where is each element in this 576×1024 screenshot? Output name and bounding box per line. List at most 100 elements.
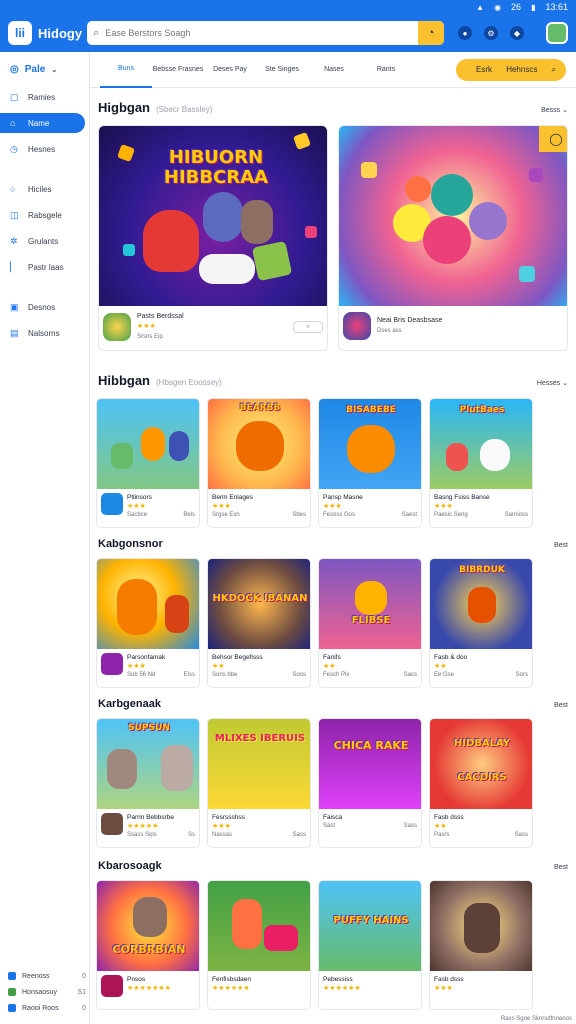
top-actions: ● ⚙ ◆ [458, 22, 568, 44]
section-more-link[interactable]: Besss ⌄ [541, 106, 568, 114]
search-submit-icon: ◔ [427, 27, 435, 39]
app-size: Sanrioss [504, 512, 528, 518]
barrel-icon [264, 925, 298, 951]
section-more-link[interactable]: Best [554, 864, 568, 871]
app-artwork: HIDBALAY CACDIRS [430, 719, 532, 809]
app-artwork: FLIBSE [319, 559, 421, 649]
search-input[interactable] [105, 28, 426, 38]
sidebar-item-desnos[interactable]: ▣ Desnos [0, 297, 89, 317]
featured-card[interactable]: HIBUORN HIBBCRAA Pasts Berdssal ★★★ Srsn… [98, 125, 328, 351]
square-icon: ▢ [10, 91, 19, 102]
tab-nases[interactable]: Nases [308, 52, 360, 88]
rating-stars: ★★ [323, 663, 336, 670]
app-name: Pebessiss [323, 976, 353, 983]
app-artwork: BEARBB [208, 399, 310, 489]
install-button-label: ○ [306, 324, 310, 330]
app-size: Eiss [183, 672, 195, 678]
app-name: Basng Fsiss Banse [434, 494, 490, 501]
section-more-link[interactable]: Best [554, 702, 568, 709]
tab-bebsse[interactable]: Bebsse Frasnes [152, 52, 204, 88]
app-name: Parsonfamak [127, 654, 166, 661]
app-meta: Ee Gse [434, 672, 455, 678]
avatar[interactable] [546, 22, 568, 44]
settings-icon[interactable]: ⚙ [484, 26, 498, 40]
featured-card[interactable]: ◯ Neai Bris Deasbsase Dses ass [338, 125, 568, 351]
app-meta: Fesoss Gos [323, 512, 356, 518]
app-meta: Srgse Exn [212, 512, 240, 518]
chevron-down-icon: ⌄ [51, 66, 58, 74]
app-card[interactable]: CHICA RAKE Faisca Sast Sass [318, 718, 422, 848]
app-card[interactable]: Fenfisbsdaen ★★★★★★ [207, 880, 311, 1010]
app-card[interactable]: Ptlinsors ★★★ Sacbce Bels [96, 398, 200, 528]
sidebar-item-pastr-laas[interactable]: ▏ Pastr laas [0, 257, 89, 277]
app-grid-row: SUPSUN Parrin Bebbsrbe ★★★★★ Ssass Sips Ss … [90, 718, 576, 848]
app-size: Sass [292, 832, 306, 838]
featured-art-title: HIBUORN HIBBCRAA [163, 147, 269, 188]
sidebar-item-ramies[interactable]: ▢ Ramies [0, 87, 89, 107]
footer-item-reenoss[interactable]: Reenoss 0 [0, 968, 90, 984]
app-art-title: PlutBaes [459, 405, 505, 415]
app-card[interactable]: CORBRBIAN Pnsos ★★★★★★★ [96, 880, 200, 1010]
tab-buns[interactable]: Buns [100, 52, 152, 88]
install-button[interactable]: ○ [293, 321, 323, 333]
sidebar-item-hiciles[interactable]: ○ Hiciles [0, 179, 89, 199]
app-art-title: FLIBSE [351, 615, 391, 626]
sidebar-item-grulants[interactable]: ✲ Grulants [0, 231, 89, 251]
app-name: Fanifs [323, 654, 341, 661]
app-card[interactable]: SUPSUN Parrin Bebbsrbe ★★★★★ Ssass Sips Ss [96, 718, 200, 848]
app-art-title: PUFFY HAINS [333, 915, 409, 926]
sidebar-item-rabsgele[interactable]: ◫ Rabsgele [0, 205, 89, 225]
app-logo[interactable]: lii Hidogy [8, 21, 87, 45]
app-name: Pasts Berdssal [137, 313, 184, 320]
rating-stars: ★★★★★★ [212, 985, 250, 992]
bar-icon: ▏ [10, 261, 17, 272]
sidebar-item-nalsorns[interactable]: ▤ Nalsorns [0, 323, 89, 343]
app-artwork [97, 399, 199, 489]
footer-item-label: Raooi Roos [22, 1004, 59, 1012]
sidebar-heading[interactable]: ◎ Pale ⌄ [0, 52, 89, 87]
section-more-link[interactable]: Best [554, 542, 568, 549]
promo-button[interactable]: Esrk Hehnscs ⌕ [456, 58, 566, 81]
sidebar-item-label: Pastr laas [28, 262, 64, 272]
app-card[interactable]: HIDBALAY CACDIRS Fasb dsss ★★ Pasrs Sass [429, 718, 533, 848]
tab-deses[interactable]: Deses Pay [204, 52, 256, 88]
sidebar-home-icon: ◎ [10, 64, 19, 75]
app-meta: Sacbce [127, 512, 148, 518]
section-more-link[interactable]: Hesses ⌄ [537, 379, 568, 387]
floating-tile [529, 168, 543, 182]
featured-artwork: ◯ [339, 126, 567, 306]
search-button[interactable]: ◔ [418, 21, 444, 45]
app-name: Berm Enlages [212, 494, 253, 501]
bookmark-icon[interactable]: ◯ [539, 126, 567, 152]
footer-item-count: 0 [82, 1004, 86, 1012]
app-artwork: MLIXES IBERUIS [208, 719, 310, 809]
app-card[interactable]: FLIBSE Fanifs ★★ Fesch Pix Sacs [318, 558, 422, 688]
cart-icon[interactable]: ◆ [510, 26, 524, 40]
app-card[interactable]: Parsonfamak ★★★ Sub 56 Nd Eiss [96, 558, 200, 688]
rating-stars: ★★★ [212, 823, 231, 830]
notifications-icon[interactable]: ● [458, 26, 472, 40]
app-name: Hidogy [38, 25, 83, 41]
app-card[interactable]: Fasb dsss ★★★ [429, 880, 533, 1010]
app-square-icon [8, 1004, 16, 1012]
app-size: Soos [292, 672, 306, 678]
rating-stars: ★★★ [212, 503, 231, 510]
footer-item-raooi[interactable]: Raooi Roos 0 [0, 1000, 90, 1016]
sidebar-item-hesnes[interactable]: ◷ Hesnes [0, 139, 89, 159]
app-card[interactable]: BEARBB Berm Enlages ★★★ Srgse Exn Sbes [207, 398, 311, 528]
app-card[interactable]: MLIXES IBERUIS Fesrssshss ★★★ Nassas Sass [207, 718, 311, 848]
app-card[interactable]: HKDOCK IBANAN Behsor Begefisss ★★ Sons bbe… [207, 558, 311, 688]
character-bear [347, 425, 395, 473]
chevron-down-icon: ⌄ [562, 380, 568, 387]
sidebar-item-name[interactable]: ⌂ Name [0, 113, 85, 133]
app-name: Neai Bris Deasbsase [377, 317, 443, 324]
footer-item-honsaosuy[interactable]: Honsaosuy S1 [0, 984, 90, 1000]
app-card[interactable]: PlutBaes Basng Fsiss Banse ★★★ Paesic Seng… [429, 398, 533, 528]
app-card[interactable]: BIBRDUK Fasb & doo ★★ Ee Gse Sors [429, 558, 533, 688]
battery-icon: ▮ [531, 2, 536, 12]
featured-row: HIBUORN HIBBCRAA Pasts Berdssal ★★★ Srsn… [90, 125, 576, 351]
tab-rants[interactable]: Rants [360, 52, 412, 88]
app-card[interactable]: PUFFY HAINS Pebessiss ★★★★★★ [318, 880, 422, 1010]
tab-ste[interactable]: Ste Singes [256, 52, 308, 88]
app-card[interactable]: BISABEBE Pansp Masne ★★★ Fesoss Gos Saest [318, 398, 422, 528]
